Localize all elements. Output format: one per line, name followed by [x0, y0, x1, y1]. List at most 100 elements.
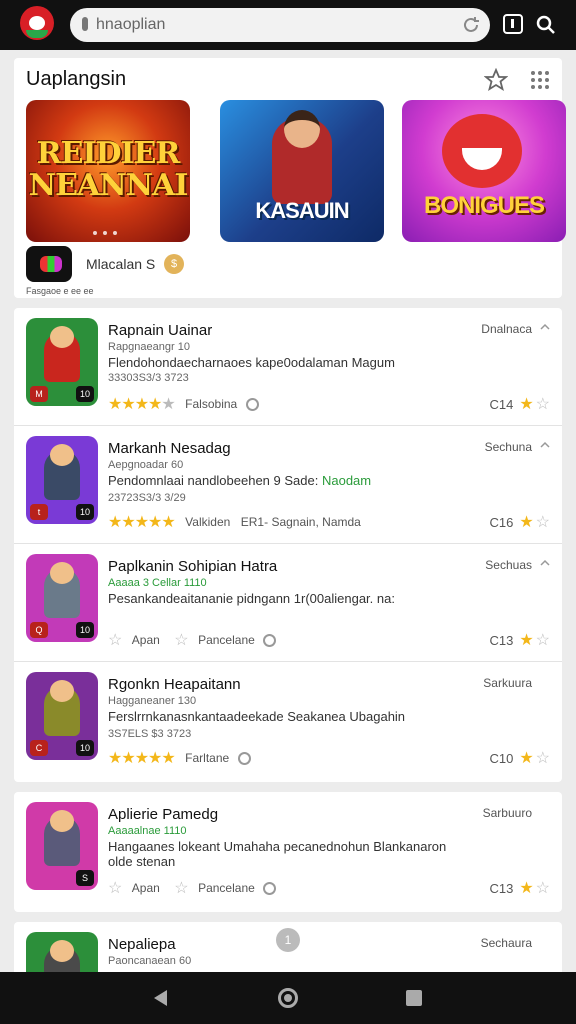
rating-row: ★★★★★ Farltane: [108, 748, 251, 767]
app-list-card: S Aplierie Pamedg Aaaaalnae 1110 Hangaan…: [14, 792, 562, 912]
rating-label: Farltane: [185, 751, 230, 765]
rating-label: Apan: [131, 881, 160, 895]
app-icon[interactable]: M 10: [26, 318, 98, 406]
featured-section: Uaplangsin REIDIER NEANNAI KASAUIN BONIG…: [14, 58, 566, 298]
carousel-dots: [90, 222, 126, 235]
app-description: Pendomnlaai nandlobeehen 9 Sade: Naodam: [108, 473, 372, 488]
app-row-1[interactable]: M 10 Rapnain Uainar Rapgnaeangr 10 Flend…: [14, 308, 562, 426]
app-meta: 33303S3/3 3723: [108, 372, 189, 384]
search-icon[interactable]: [533, 12, 559, 38]
star-outline-icon[interactable]: [484, 68, 508, 92]
app-subtitle: Aepgnoadar 60: [108, 459, 184, 471]
rating-row: ☆ Apan ☆ Pancelane: [108, 630, 277, 649]
app-name[interactable]: Nepaliepa: [108, 936, 176, 953]
address-bar[interactable]: hnaoplian: [70, 8, 490, 42]
app-icon[interactable]: S: [26, 802, 98, 890]
grid-icon[interactable]: [530, 70, 550, 90]
app-description: Hangaanes lokeant Umahaha pecanednohun B…: [108, 839, 447, 869]
app-badge-right: 10: [76, 386, 94, 402]
app-status: Sechaura: [480, 936, 532, 950]
info-icon[interactable]: [245, 397, 259, 411]
app-badge-left: M: [30, 386, 48, 402]
app-row-2[interactable]: t 10 Markanh Nesadag Aepgnoadar 60 Pendo…: [14, 426, 562, 544]
rating-row: ☆ Apan ☆ Pancelane: [108, 878, 277, 897]
app-icon[interactable]: Q 10: [26, 554, 98, 642]
system-nav-bar: [0, 972, 576, 1024]
app-icon[interactable]: t 10: [26, 436, 98, 524]
rating-extra: Pancelane: [198, 633, 255, 647]
app-status: Sarbuuro: [482, 806, 532, 820]
star-outline-icon: ☆: [174, 880, 188, 897]
featured-app-name[interactable]: Mlacalan S: [86, 256, 155, 272]
back-icon[interactable]: [154, 990, 167, 1006]
app-list-card: M 10 Rapnain Uainar Rapgnaeangr 10 Flend…: [14, 308, 562, 782]
rating-row: ★★★★★ Valkiden ER1- Sagnain, Namda: [108, 512, 361, 531]
character-head: [50, 940, 74, 962]
reload-icon[interactable]: [460, 14, 482, 36]
recent-apps-icon[interactable]: [406, 990, 422, 1006]
star-outline-icon: ☆: [174, 632, 188, 649]
star-rating: ★★★★★: [108, 514, 176, 531]
app-badge-right: 10: [76, 504, 94, 520]
featured-tile-3[interactable]: BONIGUES: [402, 100, 566, 242]
app-logo-icon[interactable]: [20, 6, 54, 40]
app-subtitle: Rapgnaeangr 10: [108, 341, 190, 353]
rating-label: Valkiden: [185, 515, 231, 529]
scroll-indicator[interactable]: 1: [276, 928, 300, 952]
character-head: [50, 810, 74, 832]
app-description: Ferslrrnkanasnkantaadeekade Seakanea Uba…: [108, 709, 406, 724]
app-badge-right: 10: [76, 740, 94, 756]
featured-tile-2[interactable]: KASAUIN: [220, 100, 384, 242]
app-badge-left: t: [30, 504, 48, 520]
tabs-icon[interactable]: [503, 14, 523, 34]
chevron-up-icon[interactable]: [540, 322, 550, 332]
app-name[interactable]: Rgonkn Heapaitann: [108, 676, 241, 693]
tile-caption: BONIGUES: [423, 192, 545, 219]
app-badge-right: S: [76, 870, 94, 886]
app-name[interactable]: Markanh Nesadag: [108, 440, 231, 457]
app-icon[interactable]: C 10: [26, 672, 98, 760]
star-rating: ☆: [108, 632, 122, 649]
app-size: C13 ★ ☆: [489, 632, 550, 649]
chevron-up-icon[interactable]: [540, 558, 550, 568]
rating-label: Falsobina: [185, 397, 238, 411]
app-name[interactable]: Rapnain Uainar: [108, 322, 212, 339]
app-name[interactable]: Aplierie Pamedg: [108, 806, 218, 823]
rating-label: Apan: [131, 633, 160, 647]
character-head: [50, 326, 74, 348]
app-row-5[interactable]: S Aplierie Pamedg Aaaaalnae 1110 Hangaan…: [14, 792, 562, 910]
app-subtitle: Aaaaalnae 1110: [108, 825, 187, 837]
info-icon[interactable]: [263, 633, 277, 647]
app-name[interactable]: Paplkanin Sohipian Hatra: [108, 558, 277, 575]
app-meta: 3S7ELS $3 3723: [108, 728, 192, 740]
app-size: C14 ★ ☆: [489, 396, 550, 413]
app-status: Sechuna: [484, 440, 532, 454]
app-row-3[interactable]: Q 10 Paplkanin Sohipian Hatra Aaaaa 3 Ce…: [14, 544, 562, 662]
app-subtitle: Aaaaa 3 Cellar 1110: [108, 577, 207, 589]
app-subtitle: Hagganeaner 130: [108, 695, 197, 707]
star-rating: ★★★★★: [108, 750, 176, 767]
app-meta: 23723S3/3 3/29: [108, 492, 186, 504]
app-badge-left: C: [30, 740, 48, 756]
info-icon[interactable]: [237, 751, 251, 765]
featured-tile-1[interactable]: REIDIER NEANNAI: [26, 100, 190, 242]
app-subtitle: Paoncanaean 60: [108, 955, 192, 967]
tile-caption: KASAUIN: [255, 198, 349, 223]
app-status: Sechuas: [485, 558, 532, 572]
star-rating: ☆: [108, 880, 122, 897]
home-icon[interactable]: [278, 988, 298, 1008]
character-head: [50, 444, 74, 466]
chevron-up-icon[interactable]: [540, 440, 550, 450]
rating-row: ★★★★★ Falsobina: [108, 394, 259, 413]
app-description: Flendohondaecharnaoes kape0odalaman Magu…: [108, 355, 395, 370]
info-icon[interactable]: [263, 881, 277, 895]
app-row-4[interactable]: C 10 Rgonkn Heapaitann Hagganeaner 130 F…: [14, 662, 562, 780]
app-size: C10 ★ ☆: [489, 750, 550, 767]
app-description: Pesankandeaitananie pidngann 1r(00alieng…: [108, 591, 395, 606]
address-text[interactable]: hnaoplian: [96, 16, 165, 34]
developer-logo[interactable]: [26, 246, 72, 282]
description-highlight: Naodam: [321, 473, 372, 488]
featured-title: Uaplangsin: [26, 68, 127, 90]
character-head: [50, 562, 74, 584]
site-info-icon[interactable]: [82, 17, 88, 31]
